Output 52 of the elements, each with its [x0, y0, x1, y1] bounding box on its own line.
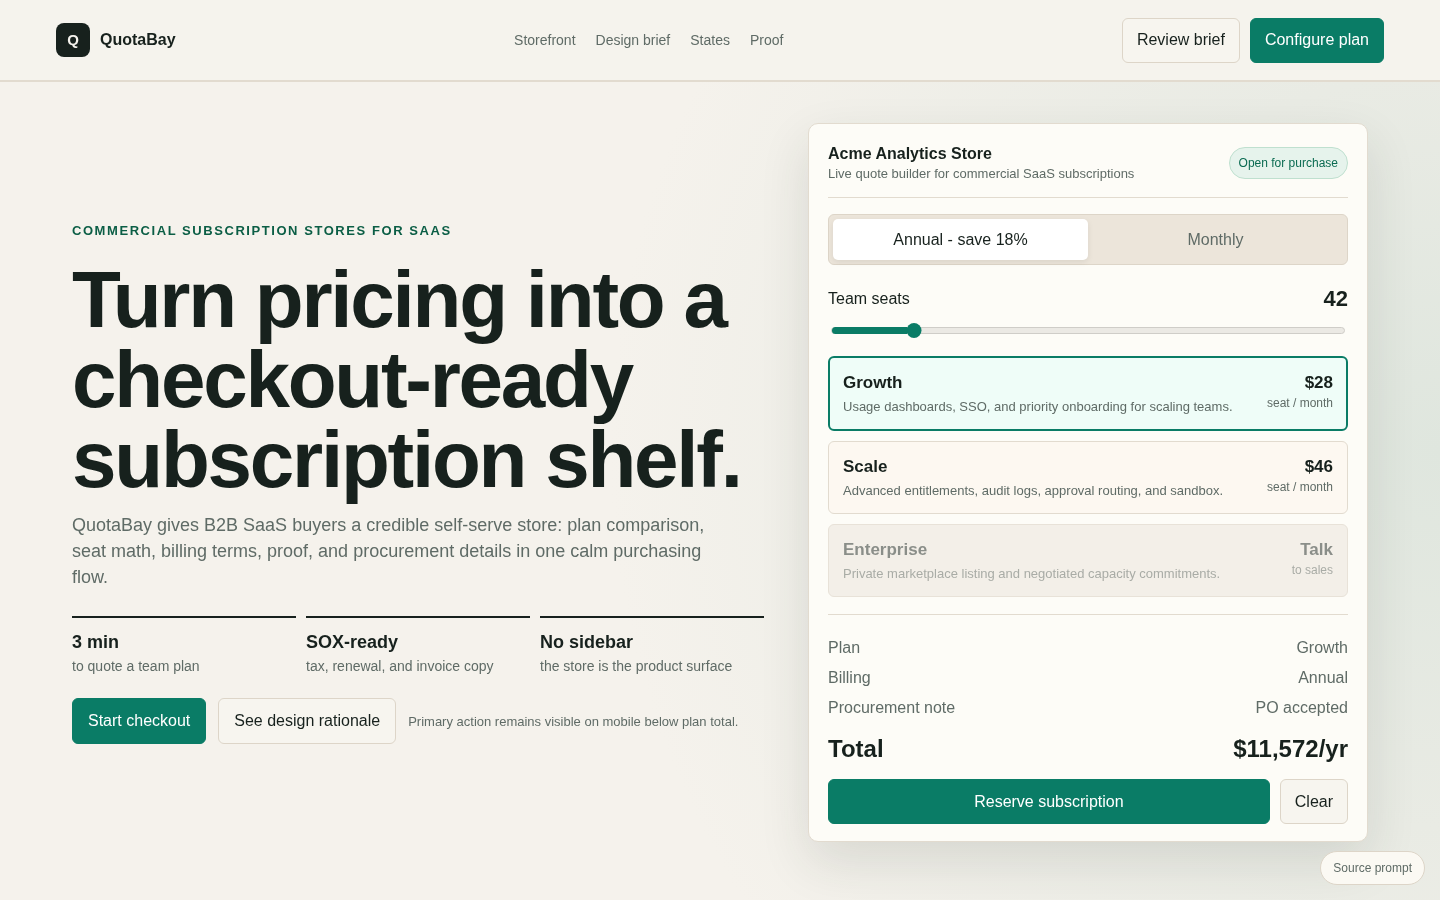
logo-mark: Q [56, 23, 90, 57]
stat-caption: the store is the product surface [540, 657, 734, 677]
plan-price: Talk [1300, 539, 1333, 561]
summary-label: Procurement note [828, 698, 956, 718]
brand-name: QuotaBay [100, 30, 176, 50]
eyebrow-text: COMMERCIAL SUBSCRIPTION STORES FOR SAAS [72, 221, 453, 240]
summary-value: PO accepted [1255, 698, 1348, 718]
clear-button[interactable]: Clear [1279, 779, 1348, 824]
hero-description: QuotaBay gives B2B SaaS buyers a credible self-serve store: plan comparison, seat math, billing terms, proof, and procurement details in one calm purchasing flow. [72, 514, 706, 590]
summary-value: Growth [1296, 638, 1348, 658]
summary-value: Annual [1298, 668, 1348, 688]
stat-value: SOX-ready [306, 631, 400, 655]
plan-price-unit: seat / month [1266, 395, 1333, 411]
plan-description: Private marketplace listing and negotiated capacity commitments. [843, 565, 1221, 583]
reserve-subscription-button[interactable]: Reserve subscription [828, 779, 1270, 824]
stat-value: 3 min [72, 631, 120, 655]
store-subtitle: Live quote builder for commercial SaaS subscriptions [828, 165, 1135, 183]
source-prompt-button[interactable]: Source prompt [1320, 851, 1425, 885]
plan-name: Scale [843, 456, 889, 478]
nav-link[interactable]: Design brief [595, 29, 671, 51]
plan-price: $46 [1304, 456, 1333, 478]
nav-link[interactable]: Storefront [514, 29, 576, 51]
nav-link[interactable]: States [690, 29, 730, 51]
configure-plan-button[interactable]: Configure plan [1249, 17, 1384, 63]
seats-label: Team seats [828, 288, 910, 309]
stat-value: No sidebar [540, 631, 635, 655]
plan-name: Growth [843, 372, 904, 394]
plan-price-unit: to sales [1291, 562, 1333, 578]
total-value: $11,572/yr [1233, 734, 1348, 764]
plan-description: Advanced entitlements, audit logs, approval routing, and sandbox. [843, 482, 1224, 500]
start-checkout-button[interactable]: Start checkout [72, 698, 207, 745]
summary-label: Plan [828, 638, 861, 658]
status-badge: Open for purchase [1228, 147, 1348, 179]
nav-link[interactable]: Proof [749, 29, 784, 51]
slider-thumb[interactable] [906, 323, 922, 338]
total-label: Total [828, 734, 884, 764]
billing-tab[interactable]: Monthly [1088, 219, 1343, 260]
plan-price-unit: seat / month [1266, 479, 1333, 495]
plan-name: Enterprise [843, 539, 929, 561]
plan-option[interactable]: Growth Usage dashboards, SSO, and priority onboarding for scaling teams. $28 seat / month [828, 356, 1348, 431]
plan-description: Usage dashboards, SSO, and priority onboarding for scaling teams. [843, 398, 1233, 416]
plan-option[interactable]: Scale Advanced entitlements, audit logs, approval routing, and sandbox. $46 seat / month [828, 441, 1348, 514]
stat-caption: tax, renewal, and invoice copy [306, 657, 495, 677]
plan-price: $28 [1304, 372, 1333, 394]
design-rationale-button[interactable]: See design rationale [218, 698, 397, 745]
stat-caption: to quote a team plan [72, 657, 201, 677]
billing-tab[interactable]: Annual - save 18% [833, 219, 1088, 260]
review-brief-button[interactable]: Review brief [1121, 17, 1240, 63]
summary-label: Billing [828, 668, 871, 688]
helper-note: Primary action remains visible on mobile below plan total. [408, 712, 739, 731]
store-title: Acme Analytics Store [828, 144, 993, 164]
seats-value: 42 [1323, 285, 1348, 313]
